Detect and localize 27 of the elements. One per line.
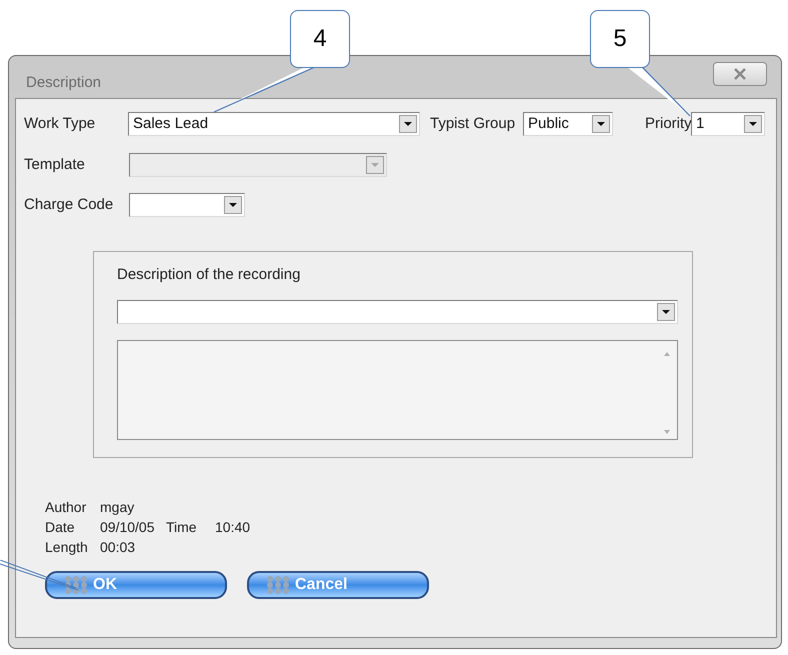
field-label: Typist Group (430, 114, 516, 134)
callout-pointer (626, 66, 692, 118)
info-label: Date (45, 518, 76, 537)
info-label: Author (45, 498, 88, 517)
dropdown-field[interactable]: Sales Lead (128, 112, 420, 136)
dropdown-field[interactable] (117, 300, 678, 324)
info-value: mgay (100, 498, 136, 517)
info-label: Time (166, 518, 198, 537)
info-label: Length (45, 538, 89, 557)
dropdown-field[interactable]: Public (523, 112, 613, 136)
info-value: 09/10/05 (100, 518, 156, 537)
callout-box: 5 (590, 10, 650, 68)
dots-icon (63, 575, 89, 595)
group-title: Description of the recording (117, 265, 300, 285)
callout-box: 4 (290, 10, 350, 68)
dots-icon (265, 575, 291, 595)
field-label: Priority (645, 114, 691, 134)
info-value: 10:40 (215, 518, 250, 537)
close-button[interactable] (713, 62, 767, 86)
window-title: Description (26, 73, 102, 93)
field-label: Work Type (24, 114, 96, 134)
close-icon (733, 68, 747, 80)
field-label: Template (24, 154, 86, 175)
dropdown-field[interactable]: 1 (691, 112, 765, 136)
dropdown-field[interactable] (129, 193, 245, 217)
field-label: Charge Code (24, 194, 114, 215)
info-value: 00:03 (100, 538, 136, 557)
